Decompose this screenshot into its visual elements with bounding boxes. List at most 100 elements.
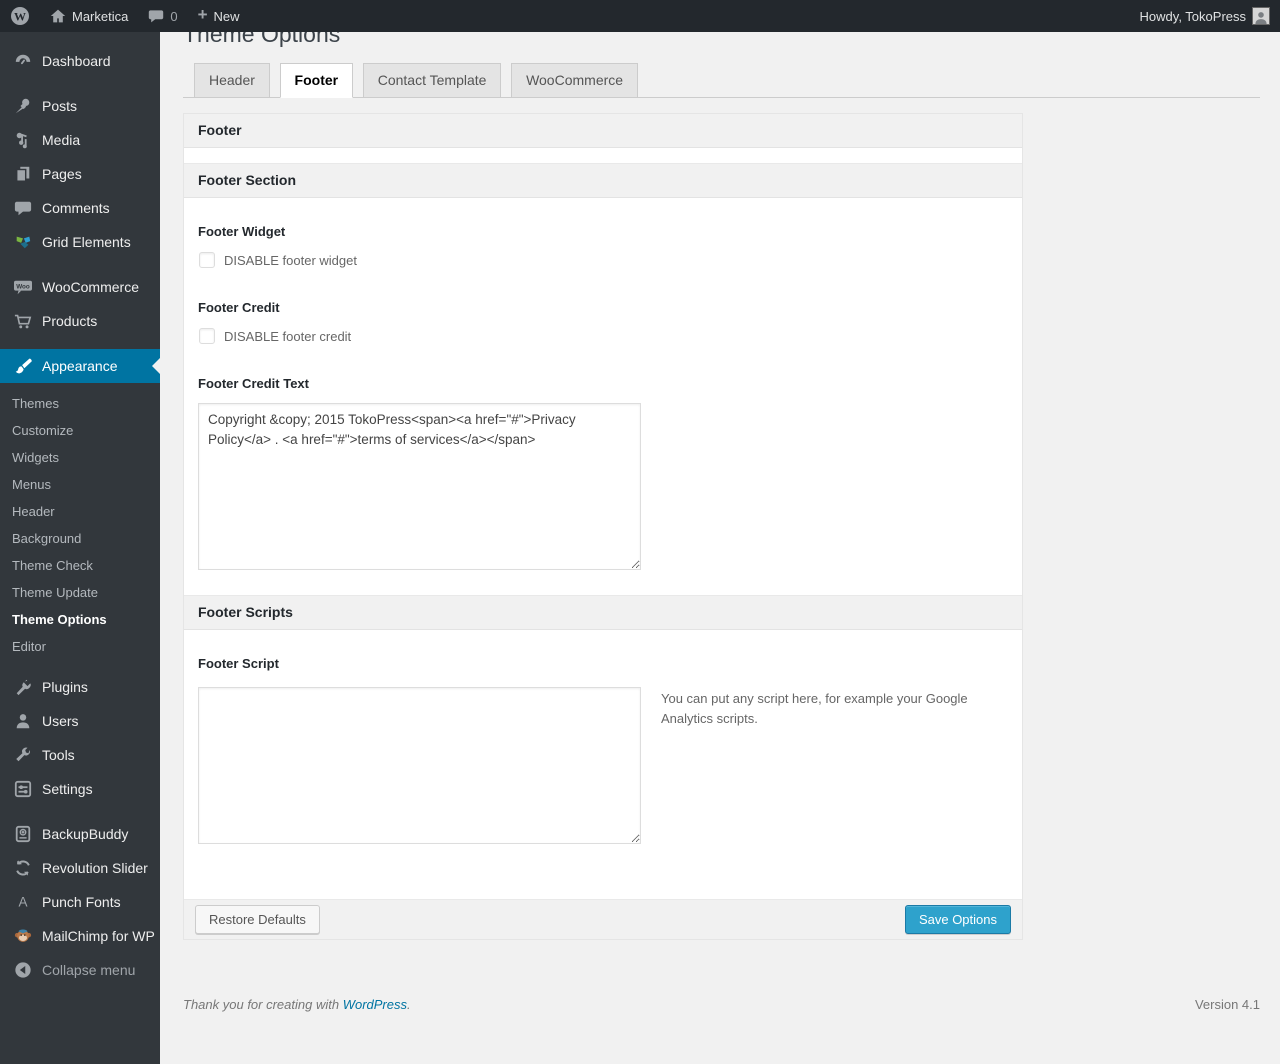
menu-separator xyxy=(0,806,160,817)
sidebar-item-label: Settings xyxy=(42,781,93,797)
submenu-widgets[interactable]: Widgets xyxy=(0,445,160,472)
menu-separator xyxy=(0,338,160,349)
theme-options-panel: Footer Footer Section Footer Widget DISA… xyxy=(183,113,1023,940)
sidebar-item-mailchimp[interactable]: MailChimp for WP xyxy=(0,919,160,953)
submenu-editor[interactable]: Editor xyxy=(0,634,160,661)
sidebar-item-comments[interactable]: Comments xyxy=(0,191,160,225)
sidebar-item-woocommerce[interactable]: Woo WooCommerce xyxy=(0,270,160,304)
submenu-menus[interactable]: Menus xyxy=(0,472,160,499)
submenu-theme-update[interactable]: Theme Update xyxy=(0,580,160,607)
admin-bar-right: Howdy, TokoPress xyxy=(1130,0,1280,32)
submenu-themes[interactable]: Themes xyxy=(0,391,160,418)
sidebar-item-label: Users xyxy=(42,713,79,729)
save-options-button[interactable]: Save Options xyxy=(904,905,1011,934)
panel-header: Footer xyxy=(184,114,1022,148)
pages-icon xyxy=(13,165,33,183)
comments-icon xyxy=(13,199,33,217)
footer-script-textarea[interactable] xyxy=(198,687,641,844)
backup-disk-icon xyxy=(13,825,33,843)
sidebar-item-label: Grid Elements xyxy=(42,234,131,250)
tab-woocommerce[interactable]: WooCommerce xyxy=(511,63,639,97)
sidebar-item-plugins[interactable]: Plugins xyxy=(0,670,160,704)
collapse-arrow-icon xyxy=(13,961,33,979)
restore-defaults-button[interactable]: Restore Defaults xyxy=(195,905,320,934)
sidebar-item-media[interactable]: Media xyxy=(0,123,160,157)
plus-icon: + xyxy=(197,5,208,24)
sidebar-item-pages[interactable]: Pages xyxy=(0,157,160,191)
submenu-background[interactable]: Background xyxy=(0,526,160,553)
user-avatar xyxy=(1252,7,1270,25)
admin-sidebar: Dashboard Posts Media Pages Comments Gri… xyxy=(0,32,160,1064)
svg-text:W: W xyxy=(14,10,26,24)
sidebar-item-label: BackupBuddy xyxy=(42,826,129,842)
sidebar-item-grid-elements[interactable]: Grid Elements xyxy=(0,225,160,259)
plugin-icon xyxy=(13,678,33,696)
sidebar-item-posts[interactable]: Posts xyxy=(0,89,160,123)
howdy-text: Howdy, TokoPress xyxy=(1139,8,1246,24)
home-icon xyxy=(50,8,66,24)
footer-script-label: Footer Script xyxy=(198,656,279,671)
submenu-header[interactable]: Header xyxy=(0,499,160,526)
sidebar-item-label: Appearance xyxy=(42,358,118,374)
sidebar-item-punch-fonts[interactable]: A Punch Fonts xyxy=(0,885,160,919)
sidebar-item-label: Comments xyxy=(42,200,110,216)
letter-a-icon: A xyxy=(13,893,33,911)
wordpress-logo-icon: W xyxy=(10,6,30,26)
sidebar-item-products[interactable]: Products xyxy=(0,304,160,338)
sidebar-item-label: Tools xyxy=(42,747,75,763)
submenu-customize[interactable]: Customize xyxy=(0,418,160,445)
sidebar-item-users[interactable]: Users xyxy=(0,704,160,738)
grid-elements-icon xyxy=(13,233,33,251)
sidebar-item-backupbuddy[interactable]: BackupBuddy xyxy=(0,817,160,851)
admin-bar-left: W Marketica 0 + New xyxy=(0,0,250,32)
sidebar-item-label: WooCommerce xyxy=(42,279,139,295)
disable-footer-widget-text: DISABLE footer widget xyxy=(224,252,357,268)
sidebar-item-tools[interactable]: Tools xyxy=(0,738,160,772)
wordpress-link[interactable]: WordPress xyxy=(343,997,407,1012)
tab-header[interactable]: Header xyxy=(194,63,270,97)
sidebar-item-label: Media xyxy=(42,132,81,148)
new-content-menu[interactable]: + New xyxy=(188,0,250,32)
footer-section-body: Footer Widget DISABLE footer widget Foot… xyxy=(184,224,1022,573)
sidebar-item-label: Products xyxy=(42,313,98,329)
footer-credit-textarea[interactable] xyxy=(198,403,641,570)
sidebar-item-dashboard[interactable]: Dashboard xyxy=(0,44,160,78)
submenu-theme-check[interactable]: Theme Check xyxy=(0,553,160,580)
collapse-menu-label: Collapse menu xyxy=(42,962,136,978)
footer-thanks: Thank you for creating with WordPress. xyxy=(183,997,411,1012)
menu-separator xyxy=(0,259,160,270)
footer-scripts-header: Footer Scripts xyxy=(184,595,1022,630)
my-account-menu[interactable]: Howdy, TokoPress xyxy=(1130,0,1280,32)
sidebar-item-label: Pages xyxy=(42,166,82,182)
sidebar-item-label: Dashboard xyxy=(42,53,111,69)
wordpress-logo-menu[interactable]: W xyxy=(0,0,40,32)
site-link[interactable]: Marketica xyxy=(40,0,138,32)
settings-sliders-icon xyxy=(13,780,33,798)
footer-scripts-body: Footer Script You can put any script her… xyxy=(184,656,1022,899)
disable-footer-credit-checkbox[interactable] xyxy=(199,328,215,344)
tab-contact-template[interactable]: Contact Template xyxy=(362,63,502,97)
submenu-theme-options[interactable]: Theme Options xyxy=(0,607,160,634)
sidebar-item-appearance[interactable]: Appearance xyxy=(0,349,160,383)
sidebar-item-label: Plugins xyxy=(42,679,88,695)
comment-count: 0 xyxy=(170,8,178,24)
sidebar-item-revolution-slider[interactable]: Revolution Slider xyxy=(0,851,160,885)
appearance-brush-icon xyxy=(13,357,33,375)
user-icon xyxy=(13,712,33,730)
version-text: Version 4.1 xyxy=(1194,997,1260,1012)
comment-icon xyxy=(148,8,164,24)
collapse-menu-button[interactable]: Collapse menu xyxy=(0,953,160,987)
actions-bar: Restore Defaults Save Options xyxy=(184,899,1022,939)
dashboard-icon xyxy=(13,52,33,70)
sidebar-item-label: Posts xyxy=(42,98,78,114)
disable-footer-widget-checkbox[interactable] xyxy=(199,252,215,268)
tab-footer[interactable]: Footer xyxy=(279,63,354,98)
woocommerce-icon: Woo xyxy=(13,278,33,296)
admin-bar: W Marketica 0 + New Howdy, TokoPress xyxy=(0,0,1280,32)
sidebar-item-settings[interactable]: Settings xyxy=(0,772,160,806)
disable-footer-credit-text: DISABLE footer credit xyxy=(224,328,352,344)
sidebar-item-label: MailChimp for WP xyxy=(42,928,155,944)
footer-script-help: You can put any script here, for example… xyxy=(661,691,968,727)
refresh-arrows-icon xyxy=(13,859,33,877)
comments-bubble[interactable]: 0 xyxy=(138,0,187,32)
